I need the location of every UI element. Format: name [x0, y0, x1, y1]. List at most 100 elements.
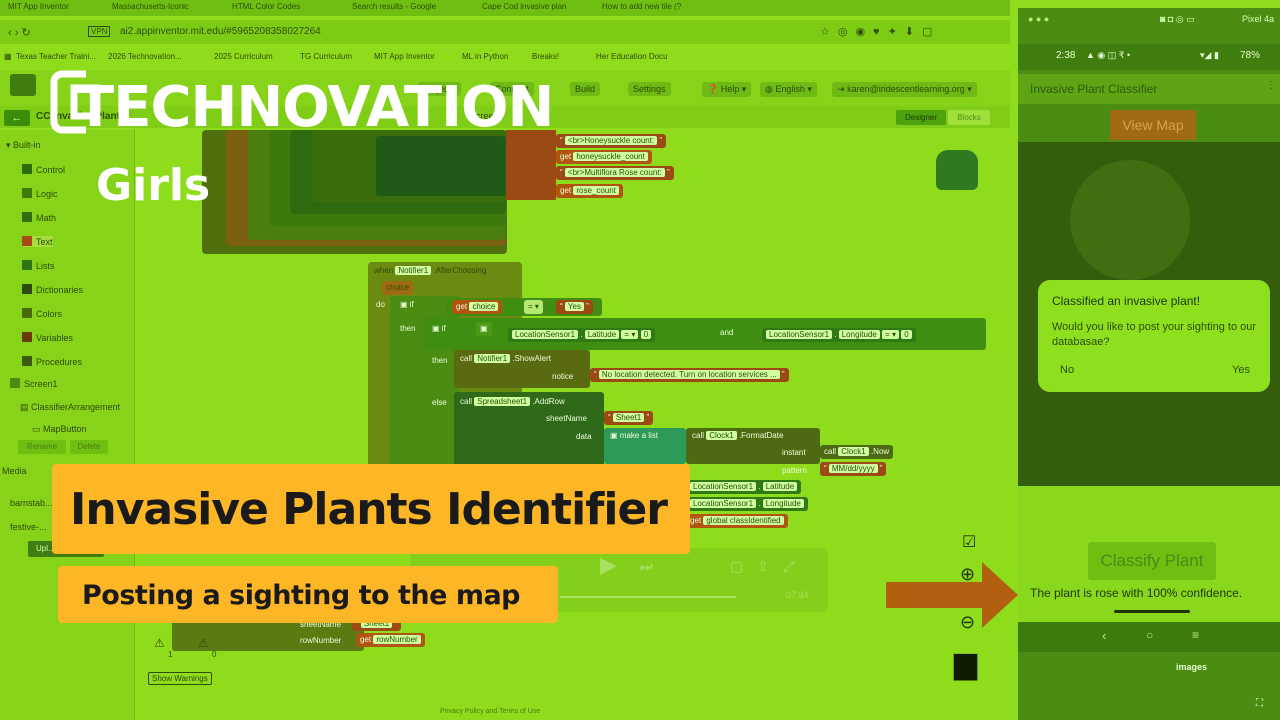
- equals-operator[interactable]: = ▾: [621, 330, 639, 339]
- emulator-tool-icons[interactable]: ◙ ◘ ◎ ▭: [1160, 14, 1195, 25]
- palette-math[interactable]: Math: [22, 212, 56, 223]
- palette-logic[interactable]: Logic: [22, 188, 58, 199]
- delete-button[interactable]: Delete: [70, 440, 108, 454]
- property-dropdown[interactable]: Latitude: [584, 330, 620, 339]
- component-dropdown[interactable]: LocationSensor1: [690, 482, 757, 491]
- text-sheet1[interactable]: “ Sheet1 ”: [604, 411, 654, 425]
- browser-tab[interactable]: Massachusetts-Iconic: [112, 2, 222, 14]
- equals-operator[interactable]: = ▾: [524, 300, 543, 314]
- format-date-header[interactable]: call Clock1 .FormatDate: [688, 429, 787, 443]
- nested-if-header[interactable]: ▣ if: [428, 322, 450, 336]
- variable-name[interactable]: global classIdentified: [703, 516, 784, 525]
- bookmark[interactable]: 2026 Technovation...: [108, 52, 182, 61]
- browser-tab[interactable]: Search results - Google: [352, 2, 472, 14]
- text-value[interactable]: MM/dd/yyyy: [828, 464, 878, 473]
- latitude-check[interactable]: LocationSensor1 . Latitude = ▾ 0: [508, 328, 656, 342]
- menu-account[interactable]: ⇥ karen@iridescentlearning.org ▾: [832, 82, 977, 97]
- extension-icons[interactable]: ☆◎◉♥✦⬇▢: [820, 25, 940, 38]
- menu-help[interactable]: ❓ Help ▾: [702, 82, 752, 97]
- show-alert-header[interactable]: call Notifier1 .ShowAlert: [456, 352, 555, 366]
- get-block[interactable]: get rose_count: [556, 184, 623, 198]
- get-block[interactable]: get honeysuckle_count: [556, 150, 652, 164]
- text-value[interactable]: No location detected. Turn on location s…: [598, 370, 780, 379]
- make-list-header[interactable]: ▣ make a list: [606, 429, 662, 443]
- component-dropdown[interactable]: LocationSensor1: [690, 499, 757, 508]
- menu-language[interactable]: ◍ English ▾: [760, 82, 817, 97]
- equals-operator[interactable]: = ▾: [882, 330, 900, 339]
- palette-variables[interactable]: Variables: [22, 332, 73, 343]
- nav-home-icon[interactable]: ○: [1146, 628, 1153, 642]
- text-block[interactable]: “ <br>Multiflora Rose count: ”: [556, 166, 674, 180]
- longitude-getter[interactable]: LocationSensor1 . Longitude: [686, 497, 808, 511]
- get-block[interactable]: get choice: [452, 300, 503, 314]
- back-arrow-icon[interactable]: ←: [4, 110, 30, 126]
- tree-classifier-arrangement[interactable]: ▤ ClassifierArrangement: [20, 402, 120, 413]
- skip-forward-icon[interactable]: ⏭: [640, 558, 653, 575]
- palette-procedures[interactable]: Procedures: [22, 356, 82, 367]
- nav-arrows-icon[interactable]: ‹ › ↻: [8, 26, 31, 39]
- property-dropdown[interactable]: Longitude: [838, 330, 880, 339]
- bookmark[interactable]: 2025 Curriculum: [214, 52, 273, 61]
- latitude-getter[interactable]: LocationSensor1 . Latitude: [686, 480, 802, 494]
- variable-name[interactable]: rose_count: [573, 186, 619, 195]
- bookmark[interactable]: Texas Teacher Traini...: [16, 52, 96, 61]
- palette-lists[interactable]: Lists: [22, 260, 55, 271]
- nav-menu-icon[interactable]: ≡: [1192, 628, 1199, 642]
- number-zero[interactable]: 0: [640, 330, 652, 339]
- footer-link[interactable]: Privacy Policy and Terms of Use: [440, 708, 540, 715]
- text-value[interactable]: <br>Multiflora Rose count:: [564, 168, 665, 177]
- nav-back-icon[interactable]: ‹: [1102, 628, 1106, 643]
- text-value[interactable]: Yes: [564, 302, 584, 311]
- variable-name[interactable]: rowNumber: [373, 635, 421, 644]
- text-block[interactable]: “ <br>Honeysuckle count: ”: [556, 134, 667, 148]
- component-dropdown[interactable]: LocationSensor1: [766, 330, 833, 339]
- text-value[interactable]: Sheet1: [612, 413, 645, 422]
- show-warnings-button[interactable]: Show Warnings: [148, 672, 212, 685]
- tree-screen1[interactable]: Screen1: [10, 378, 58, 389]
- bookmark[interactable]: TG Curriculum: [300, 52, 352, 61]
- view-map-button[interactable]: View Map: [1110, 110, 1196, 140]
- palette-text[interactable]: Text: [22, 236, 53, 247]
- variable-name[interactable]: choice: [469, 302, 499, 311]
- text-no-location[interactable]: “ No location detected. Turn on location…: [590, 368, 789, 382]
- add-row-header[interactable]: call Spreadsheet1 .AddRow: [456, 395, 569, 409]
- browser-tab[interactable]: HTML Color Codes: [232, 2, 342, 14]
- component-dropdown[interactable]: Notifier1: [474, 354, 511, 363]
- component-dropdown[interactable]: Clock1: [838, 447, 869, 456]
- longitude-check[interactable]: LocationSensor1 . Longitude = ▾ 0: [762, 328, 916, 342]
- browser-tab[interactable]: Cape Cod invasive plan: [482, 2, 592, 14]
- trash-icon[interactable]: ▆: [954, 646, 977, 681]
- play-icon[interactable]: ▶: [600, 552, 617, 578]
- property-dropdown[interactable]: Longitude: [762, 499, 804, 508]
- get-row-number[interactable]: get rowNumber: [356, 633, 425, 647]
- dialog-yes-button[interactable]: Yes: [1232, 364, 1250, 376]
- classify-plant-button[interactable]: Classify Plant: [1088, 542, 1216, 580]
- component-dropdown[interactable]: Spreadsheet1: [474, 397, 531, 406]
- builtin-heading[interactable]: ▾ Built-in: [6, 140, 41, 151]
- clock-now-block[interactable]: call Clock1 .Now: [820, 445, 894, 459]
- rename-button[interactable]: Rename: [18, 440, 66, 454]
- bookmark[interactable]: MIT App Inventor: [374, 52, 435, 61]
- palette-dictionaries[interactable]: Dictionaries: [22, 284, 83, 295]
- media-item[interactable]: barnstab...: [10, 498, 53, 508]
- video-tool-icons[interactable]: ▢⇪⤢: [730, 558, 808, 575]
- url-field[interactable]: ai2.appinventor.mit.edu/#596520835802726…: [120, 26, 321, 37]
- component-dropdown[interactable]: LocationSensor1: [512, 330, 579, 339]
- component-dropdown[interactable]: Clock1: [706, 431, 737, 440]
- property-dropdown[interactable]: Latitude: [762, 482, 798, 491]
- backpack-icon[interactable]: [936, 150, 978, 190]
- param-choice[interactable]: choice: [382, 281, 414, 295]
- checklist-icon[interactable]: ☑: [962, 532, 976, 552]
- menu-settings[interactable]: Settings: [628, 82, 671, 96]
- number-zero[interactable]: 0: [901, 330, 912, 339]
- browser-tab[interactable]: MIT App Inventor: [8, 2, 103, 14]
- window-controls-icon[interactable]: ● ● ●: [1028, 14, 1049, 24]
- blocks-button[interactable]: Blocks: [948, 110, 990, 125]
- if-header[interactable]: ▣ if: [396, 298, 418, 312]
- capture-icon[interactable]: ⛶: [1256, 698, 1263, 709]
- designer-button[interactable]: Designer: [896, 110, 946, 125]
- join-block[interactable]: [506, 130, 556, 200]
- browser-tab[interactable]: How to add new tile (?: [602, 2, 712, 14]
- text-pattern[interactable]: “ MM/dd/yyyy ”: [820, 462, 887, 476]
- component-dropdown[interactable]: Notifier1: [395, 266, 432, 275]
